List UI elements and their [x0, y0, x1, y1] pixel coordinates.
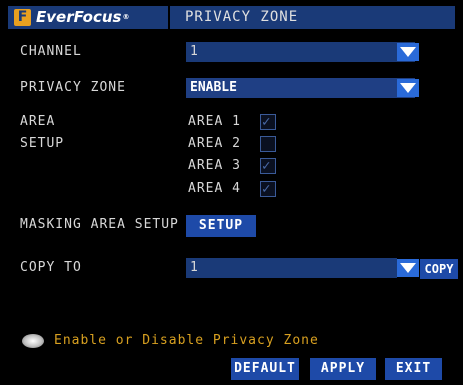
- area-4-row: AREA 4: [188, 178, 276, 200]
- area-3-label: AREA 3: [188, 158, 241, 173]
- page-title: PRIVACY ZONE: [170, 6, 455, 29]
- copy-button[interactable]: COPY: [420, 259, 458, 279]
- channel-row: CHANNEL 1: [0, 41, 463, 63]
- area-setup-label: AREA SETUP: [20, 114, 65, 151]
- setup-button[interactable]: SETUP: [186, 215, 256, 237]
- channel-value: 1: [190, 44, 198, 59]
- area-1-label: AREA 1: [188, 114, 241, 129]
- logo-mark-icon: F: [14, 9, 31, 26]
- default-button[interactable]: DEFAULT: [231, 358, 299, 380]
- area-4-label: AREA 4: [188, 181, 241, 196]
- area-4-checkbox[interactable]: [260, 178, 276, 200]
- privacy-zone-label: PRIVACY ZONE: [20, 80, 126, 95]
- privacy-zone-row: PRIVACY ZONE ENABLE: [0, 77, 463, 99]
- privacy-zone-value: ENABLE: [190, 80, 237, 95]
- header: F EverFocus ® PRIVACY ZONE: [0, 0, 463, 33]
- logo-text: EverFocus: [36, 8, 122, 26]
- channel-label: CHANNEL: [20, 44, 82, 59]
- copy-to-row: COPY TO 1 COPY: [0, 257, 463, 279]
- area-1-row: AREA 1: [188, 111, 276, 133]
- channel-dropdown-arrow-icon[interactable]: [397, 43, 419, 61]
- apply-button[interactable]: APPLY: [310, 358, 376, 380]
- channel-select[interactable]: 1: [186, 42, 415, 62]
- privacy-zone-select[interactable]: ENABLE: [186, 78, 415, 98]
- area-2-row: AREA 2: [188, 133, 276, 155]
- copy-to-label: COPY TO: [20, 260, 82, 275]
- mouse-icon: [22, 333, 44, 348]
- copy-to-dropdown-arrow-icon[interactable]: [397, 259, 419, 277]
- area-3-checkbox[interactable]: [260, 155, 276, 177]
- privacy-zone-dropdown-arrow-icon[interactable]: [397, 79, 419, 97]
- hint-bar: Enable or Disable Privacy Zone: [22, 333, 319, 348]
- hint-text: Enable or Disable Privacy Zone: [54, 333, 319, 348]
- copy-to-select[interactable]: 1: [186, 258, 397, 278]
- masking-area-setup-label: MASKING AREA SETUP: [20, 217, 179, 232]
- logo-trademark: ®: [122, 13, 130, 21]
- area-2-label: AREA 2: [188, 136, 241, 151]
- masking-row: MASKING AREA SETUP SETUP: [0, 214, 463, 237]
- area-3-row: AREA 3: [188, 155, 276, 177]
- area-2-checkbox[interactable]: [260, 136, 276, 152]
- copy-to-value: 1: [190, 260, 198, 275]
- exit-button[interactable]: EXIT: [385, 358, 442, 380]
- area-1-checkbox[interactable]: [260, 111, 276, 133]
- everfocus-logo: F EverFocus ®: [8, 6, 168, 29]
